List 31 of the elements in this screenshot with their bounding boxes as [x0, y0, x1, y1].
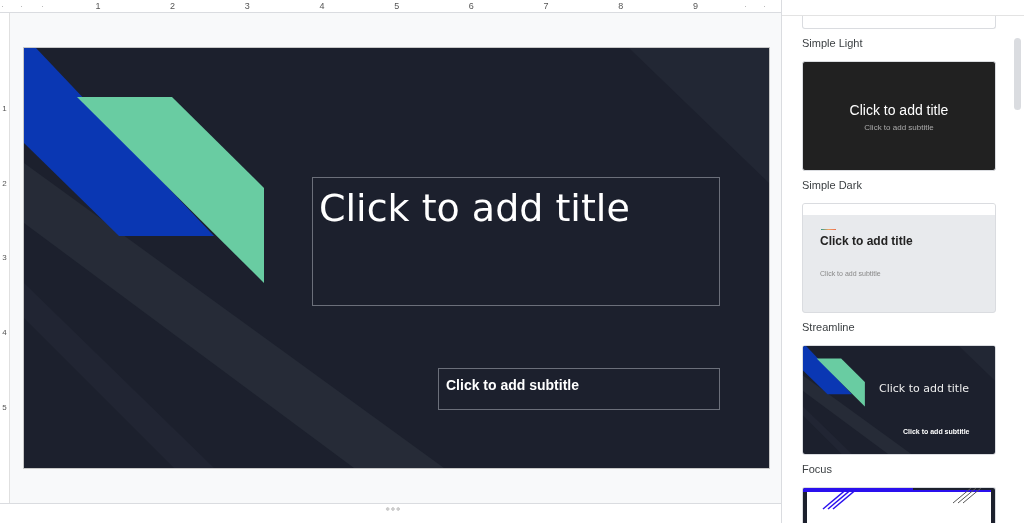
theme-name: Simple Dark: [802, 179, 863, 191]
ruler-number: 3: [242, 1, 252, 11]
thumbnail-title: Click to add title: [820, 234, 913, 248]
ruler-number: 1: [1, 104, 8, 115]
title-placeholder[interactable]: Click to add title: [312, 177, 720, 306]
ruler-number: 2: [168, 1, 178, 11]
thumbnail-title: Click to add title: [848, 102, 950, 118]
ruler-number: 4: [317, 1, 327, 11]
ruler-number: 2: [1, 178, 8, 190]
ruler-number: 6: [466, 1, 476, 11]
scrollbar[interactable]: [1014, 38, 1021, 110]
ruler-number: 3: [1, 253, 8, 265]
ruler-number: 9: [690, 1, 700, 11]
theme-thumbnail[interactable]: Click to add title Click to add subtitle: [802, 61, 996, 171]
theme-name: Simple Light: [802, 37, 864, 49]
accent-line: [821, 229, 836, 230]
theme-name: Focus: [802, 463, 833, 475]
subtitle-placeholder[interactable]: Click to add subtitle: [438, 368, 720, 410]
theme-thumbnail[interactable]: [802, 16, 996, 29]
resize-handle[interactable]: [384, 507, 401, 511]
thumbnail-subtitle: Click to add subtitle: [863, 123, 935, 132]
theme-thumbnail[interactable]: [802, 487, 996, 523]
ruler-number: 5: [392, 1, 402, 11]
ruler-number: 7: [541, 1, 551, 11]
corner-shade: [958, 346, 995, 381]
thumbnail-title: Click to add title: [879, 382, 969, 395]
theme-name: Streamline: [802, 321, 856, 333]
ruler-number: 4: [1, 328, 8, 340]
ruler-number: 5: [1, 402, 8, 414]
ruler-number: 8: [616, 1, 626, 11]
ruler-number: 1: [93, 1, 103, 11]
